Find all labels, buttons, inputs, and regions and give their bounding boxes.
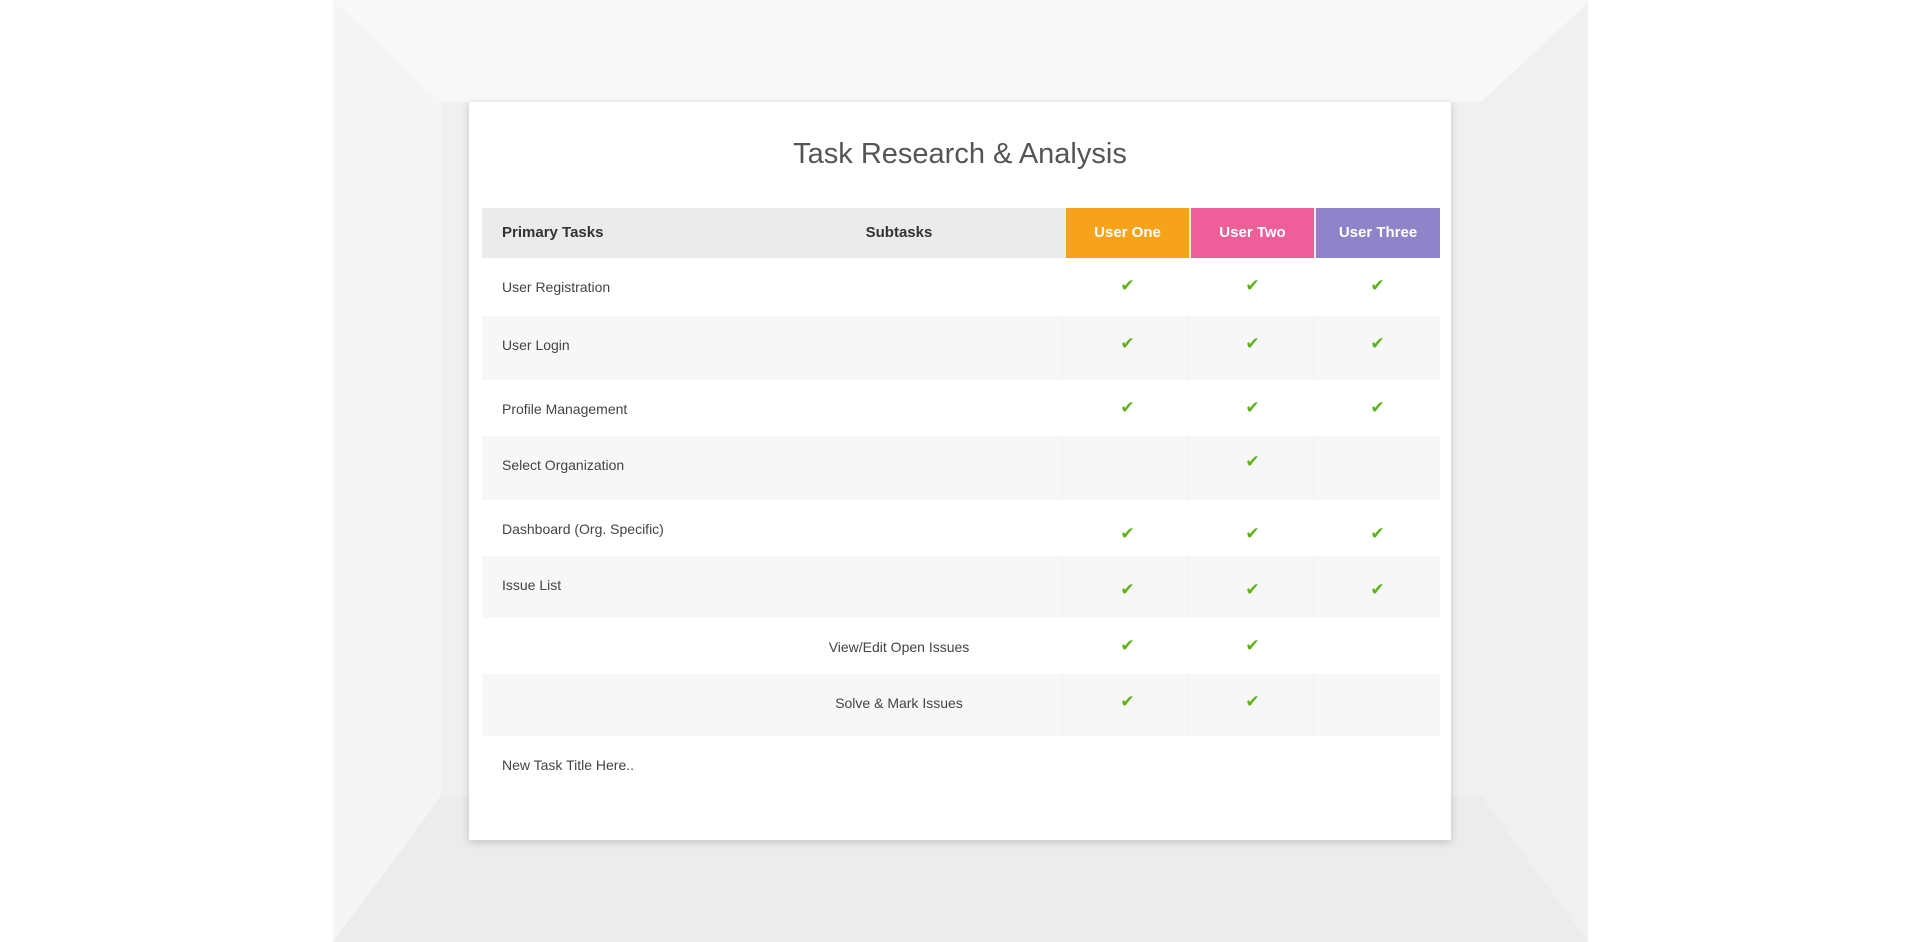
table-row[interactable]: New Task Title Here..: [482, 736, 1440, 800]
primary-task-label: Issue List: [502, 577, 562, 593]
check-icon: ✔: [1245, 524, 1260, 543]
primary-task-label: Dashboard (Org. Specific): [502, 521, 664, 537]
table-row[interactable]: Profile Management ✔ ✔ ✔: [482, 380, 1440, 436]
primary-task-label: User Registration: [502, 279, 611, 295]
task-table: Primary Tasks Subtasks User One User Two…: [482, 208, 1440, 800]
check-icon: ✔: [1245, 276, 1260, 295]
check-icon: ✔: [1370, 580, 1385, 599]
check-icon: ✔: [1370, 398, 1385, 417]
check-icon: ✔: [1245, 692, 1260, 711]
header-subtasks: Subtasks: [865, 224, 933, 241]
header-user-one[interactable]: User One: [1066, 208, 1189, 258]
check-icon: ✔: [1120, 524, 1135, 543]
check-icon: ✔: [1120, 398, 1135, 417]
header-user-two[interactable]: User Two: [1191, 208, 1314, 258]
check-icon: ✔: [1120, 580, 1135, 599]
check-icon: ✔: [1245, 452, 1260, 471]
table-row[interactable]: Dashboard (Org. Specific) ✔ ✔ ✔: [482, 500, 1440, 556]
check-icon: ✔: [1120, 692, 1135, 711]
header-user-three[interactable]: User Three: [1316, 208, 1440, 258]
primary-task-label: New Task Title Here..: [502, 757, 635, 773]
table-row[interactable]: User Registration ✔ ✔ ✔: [482, 258, 1440, 316]
table-row[interactable]: User Login ✔ ✔ ✔: [482, 316, 1440, 380]
check-icon: ✔: [1120, 334, 1135, 353]
column-separator: [1062, 316, 1063, 380]
table-row[interactable]: Issue List ✔ ✔ ✔: [482, 556, 1440, 618]
check-icon: ✔: [1120, 276, 1135, 295]
table-row[interactable]: Solve & Mark Issues ✔ ✔: [482, 674, 1440, 736]
check-icon: ✔: [1370, 524, 1385, 543]
table-header: Primary Tasks Subtasks User One User Two…: [482, 208, 1440, 258]
table-row[interactable]: View/Edit Open Issues ✔ ✔: [482, 618, 1440, 674]
column-separator: [1062, 556, 1063, 618]
column-separator: [1062, 674, 1063, 736]
primary-task-label: Profile Management: [502, 401, 628, 417]
column-separator: [1062, 436, 1063, 500]
card-title: Task Research & Analysis: [793, 138, 1127, 170]
check-icon: ✔: [1120, 636, 1135, 655]
check-icon: ✔: [1245, 334, 1260, 353]
subtask-label: View/Edit Open Issues: [828, 639, 970, 655]
subtask-label: Solve & Mark Issues: [835, 695, 963, 711]
check-icon: ✔: [1245, 398, 1260, 417]
check-icon: ✔: [1370, 334, 1385, 353]
check-icon: ✔: [1370, 276, 1385, 295]
check-icon: ✔: [1245, 636, 1260, 655]
column-separator: [1188, 436, 1189, 500]
table-row[interactable]: Select Organization ✔: [482, 436, 1440, 500]
task-analysis-card: Task Research & Analysis Primary Tasks S…: [469, 102, 1451, 840]
header-primary-tasks: Primary Tasks: [502, 224, 604, 241]
primary-task-label: Select Organization: [502, 457, 625, 473]
primary-task-label: User Login: [502, 337, 570, 353]
table-body: User Registration ✔ ✔ ✔ User Login ✔ ✔ ✔ Profile…: [482, 258, 1440, 800]
check-icon: ✔: [1245, 580, 1260, 599]
